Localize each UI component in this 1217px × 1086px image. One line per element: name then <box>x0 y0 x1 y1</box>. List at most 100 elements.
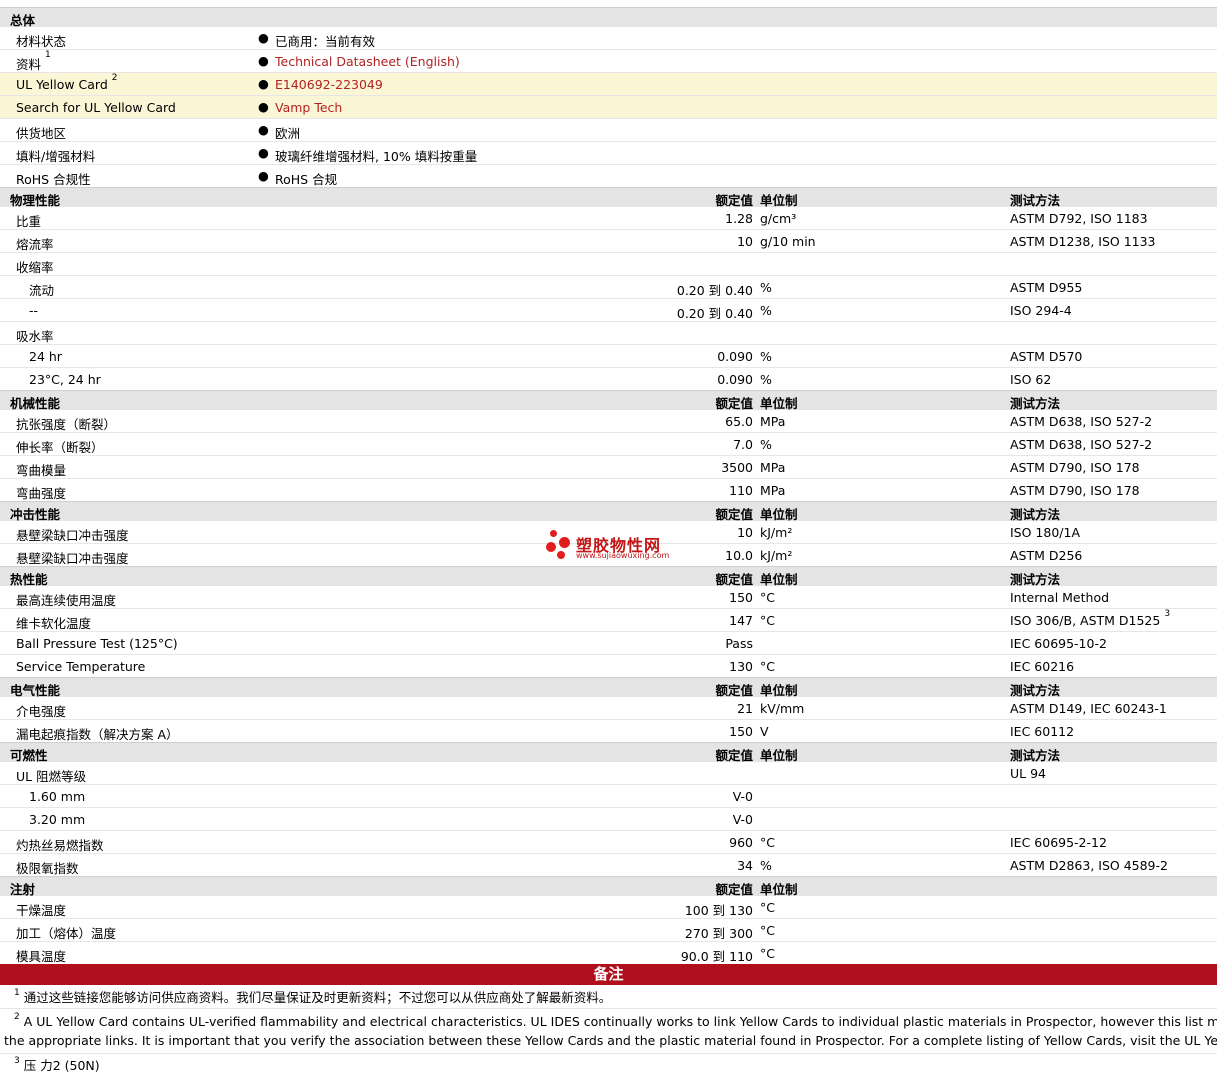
row-label: RoHS 合规性 <box>16 172 91 187</box>
row-value: 欧洲 <box>275 126 301 141</box>
row-value: RoHS 合规 <box>275 172 338 187</box>
row-value: V-0 <box>732 789 753 804</box>
row-label: Ball Pressure Test (125°C) <box>16 636 178 651</box>
technical-datasheet-link[interactable]: Technical Datasheet (English) <box>275 54 460 69</box>
row-label: UL Yellow Card 2 <box>16 73 118 92</box>
row-method: ASTM D790, ISO 178 <box>1010 460 1140 475</box>
table-row: 比重 1.28 g/cm³ ASTM D792, ISO 1183 <box>0 207 1217 230</box>
row-label: 伸长率（断裂） <box>16 440 104 455</box>
row-label: 加工（熔体）温度 <box>16 926 117 941</box>
row-method: IEC 60695-10-2 <box>1010 636 1107 651</box>
bullet-icon: ● <box>258 30 269 45</box>
row-label: 流动 <box>29 283 55 298</box>
table-row: 熔流率 10 g/10 min ASTM D1238, ISO 1133 <box>0 230 1217 253</box>
table-row: 伸长率（断裂） 7.0% ASTM D638, ISO 527-2 <box>0 433 1217 456</box>
row-label: 1.60 mm <box>29 789 86 804</box>
row-method: ISO 294-4 <box>1010 303 1072 318</box>
row-unit: °C <box>760 590 775 605</box>
row-label: 23°C, 24 hr <box>29 372 101 387</box>
row-label: 吸水率 <box>16 329 54 344</box>
row-unit: V <box>760 724 769 739</box>
row-value: 65.0 <box>725 414 753 429</box>
watermark-url: www.sujiaowuxing.com <box>576 551 670 560</box>
general-row-ul-yellow-card: UL Yellow Card 2 ● E140692-223049 <box>0 73 1217 96</box>
row-value: 130 <box>729 659 753 674</box>
footnote-3: 3 压 力2 (50N) <box>14 1056 100 1073</box>
row-unit: MPa <box>760 414 786 429</box>
section-header-physical: 物理性能 额定值 单位制 测试方法 <box>0 187 1217 208</box>
table-row: 1.60 mm V-0 <box>0 785 1217 808</box>
row-value: 150 <box>729 590 753 605</box>
row-unit: °C <box>760 923 775 938</box>
ul-yellow-card-link[interactable]: E140692-223049 <box>275 77 383 92</box>
section-header-impact: 冲击性能 额定值 单位制 测试方法 <box>0 501 1217 522</box>
vamp-tech-link[interactable]: Vamp Tech <box>275 100 342 115</box>
section-header-flammability: 可燃性 额定值 单位制 测试方法 <box>0 742 1217 763</box>
row-label: 维卡软化温度 <box>16 616 92 631</box>
row-label: 介电强度 <box>16 704 67 719</box>
row-method: ASTM D955 <box>1010 280 1083 295</box>
row-unit: °C <box>760 613 775 628</box>
row-method: IEC 60112 <box>1010 724 1075 739</box>
general-row-rohs: RoHS 合规性 ● RoHS 合规 <box>0 165 1217 187</box>
row-method: UL 94 <box>1010 766 1046 781</box>
table-row: 3.20 mm V-0 <box>0 808 1217 831</box>
row-label: 灼热丝易燃指数 <box>16 838 104 853</box>
row-unit: g/cm³ <box>760 211 797 226</box>
row-value: 10 <box>737 234 753 249</box>
general-row-status: 材料状态 ● 已商用：当前有效 <box>0 27 1217 50</box>
row-method: ASTM D570 <box>1010 349 1083 364</box>
row-label: 填料/增强材料 <box>16 149 96 164</box>
table-row: 流动 0.20 到 0.40% ASTM D955 <box>0 276 1217 299</box>
row-label: Search for UL Yellow Card <box>16 100 176 115</box>
row-method: ISO 62 <box>1010 372 1052 387</box>
section-header-general: 总体 <box>0 7 1217 28</box>
row-unit: % <box>760 349 772 364</box>
table-row: 模具温度 90.0 到 110 °C <box>0 942 1217 964</box>
row-unit: kJ/m² <box>760 525 793 540</box>
row-unit: % <box>760 303 772 318</box>
general-row-literature: 资料 1 ● Technical Datasheet (English) <box>0 50 1217 73</box>
row-unit: % <box>760 437 772 452</box>
table-row: 收缩率 <box>0 253 1217 276</box>
row-value: 玻璃纤维增强材料, 10% 填料按重量 <box>275 149 478 164</box>
row-label: 干燥温度 <box>16 903 67 918</box>
section-header-mechanical: 机械性能 额定值 单位制 测试方法 <box>0 390 1217 411</box>
table-row: Ball Pressure Test (125°C) Pass IEC 60695-… <box>0 632 1217 655</box>
row-unit: % <box>760 372 772 387</box>
row-method: Internal Method <box>1010 590 1110 605</box>
row-method: ISO 180/1A <box>1010 525 1081 540</box>
row-method: ASTM D149, IEC 60243-1 <box>1010 701 1167 716</box>
row-value: 150 <box>729 724 753 739</box>
row-unit: °C <box>760 659 775 674</box>
row-value: 110 <box>729 483 753 498</box>
table-row: 加工（熔体）温度 270 到 300 °C <box>0 919 1217 942</box>
row-label: 收缩率 <box>16 260 54 275</box>
row-value: Technical Datasheet (English) <box>275 54 460 69</box>
table-row: -- 0.20 到 0.40% ISO 294-4 <box>0 299 1217 322</box>
row-label: Service Temperature <box>16 659 146 674</box>
row-label: 悬壁梁缺口冲击强度 <box>16 528 129 543</box>
row-unit: MPa <box>760 483 786 498</box>
footnote-2: 2 A UL Yellow Card contains UL-verified … <box>0 1009 1217 1054</box>
general-row-filler: 填料/增强材料 ● 玻璃纤维增强材料, 10% 填料按重量 <box>0 142 1217 165</box>
row-value: Vamp Tech <box>275 100 342 115</box>
table-row: 23°C, 24 hr 0.090% ISO 62 <box>0 368 1217 390</box>
row-unit: kV/mm <box>760 701 805 716</box>
row-value: 34 <box>737 858 753 873</box>
row-value: 1.28 <box>725 211 753 226</box>
row-label: 比重 <box>16 214 42 229</box>
table-row: 抗张强度（断裂） 65.0 MPa ASTM D638, ISO 527-2 <box>0 410 1217 433</box>
table-row: 吸水率 <box>0 322 1217 345</box>
row-value: 10.0 <box>725 548 753 563</box>
table-row: 极限氧指数 34% ASTM D2863, ISO 4589-2 <box>0 854 1217 876</box>
row-value: 3500 <box>721 460 753 475</box>
row-unit: °C <box>760 835 775 850</box>
row-method: ASTM D256 <box>1010 548 1083 563</box>
row-label: 极限氧指数 <box>16 861 79 876</box>
row-label: 漏电起痕指数（解决方案 A） <box>16 727 179 742</box>
row-method: ISO 306/B, ASTM D1525 3 <box>1010 609 1171 628</box>
bullet-icon: ● <box>258 145 269 160</box>
bullet-icon: ● <box>258 76 269 91</box>
section-header-thermal: 热性能 额定值 单位制 测试方法 <box>0 566 1217 587</box>
